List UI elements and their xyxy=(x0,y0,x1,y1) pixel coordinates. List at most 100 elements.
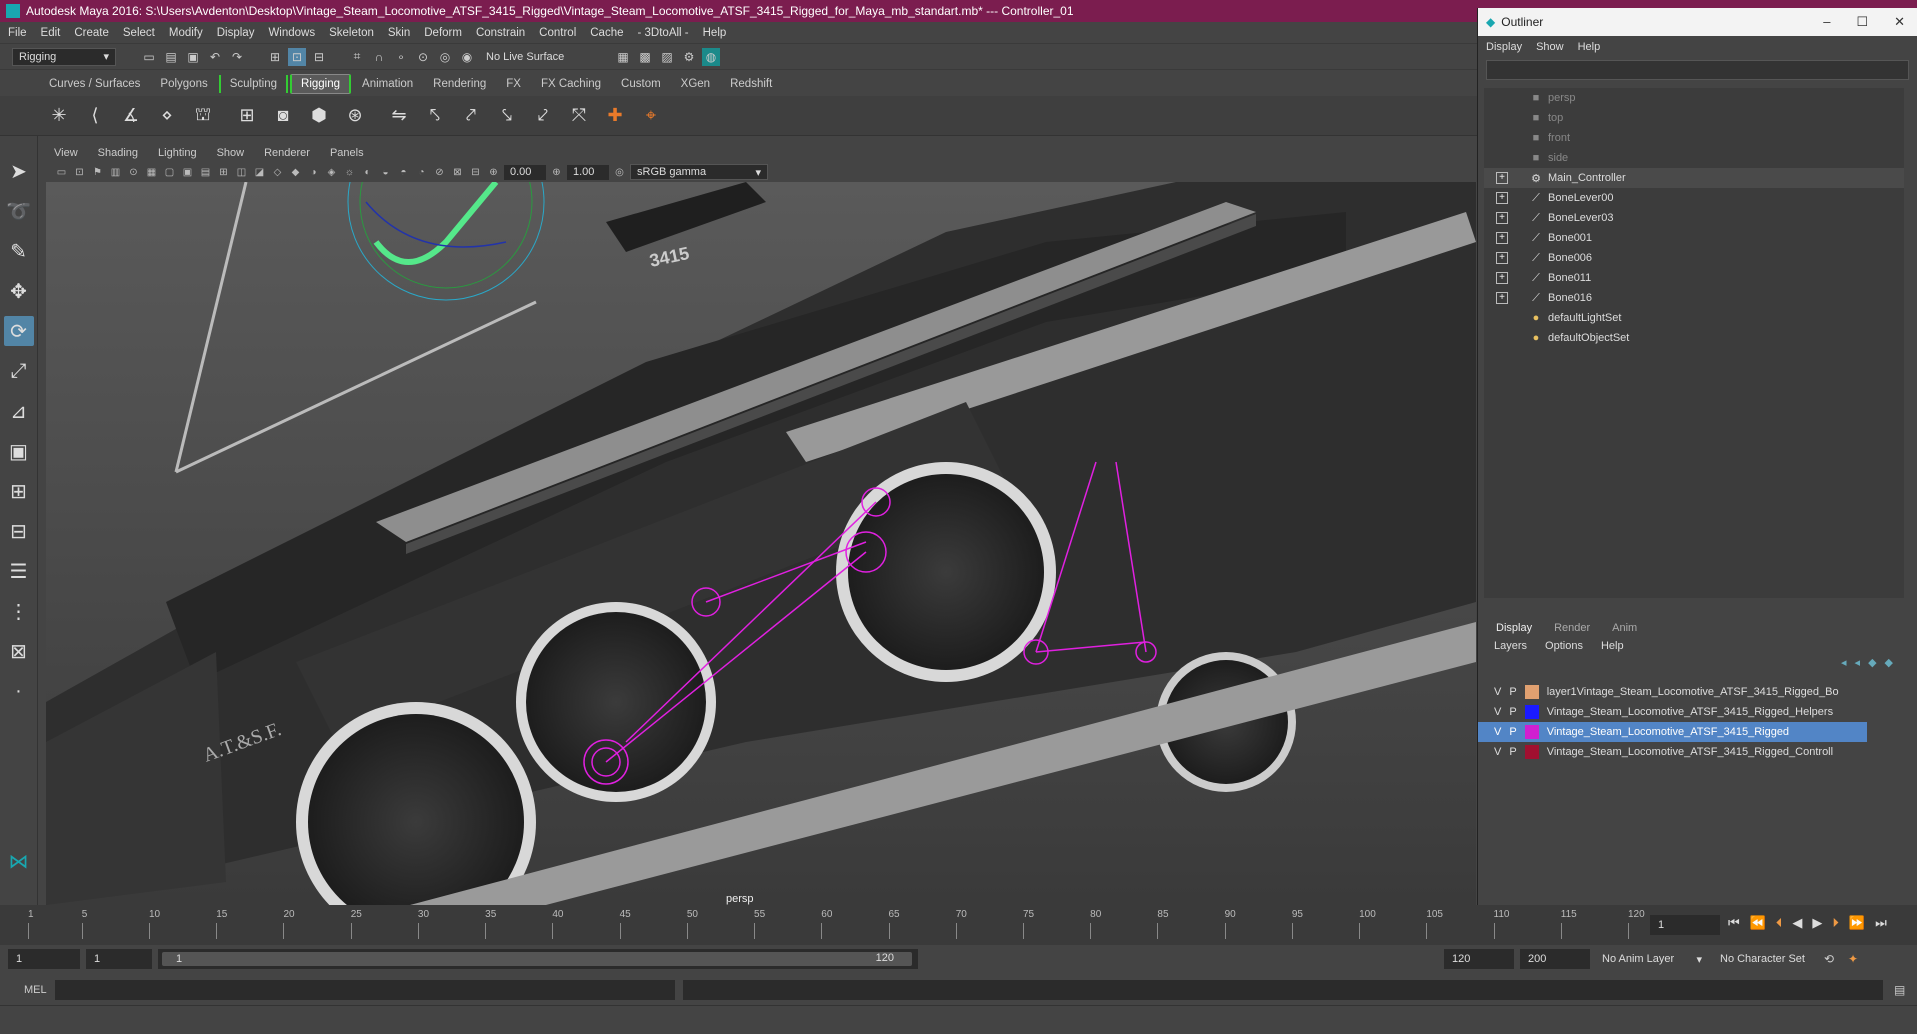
menu-file[interactable]: File xyxy=(8,27,27,39)
outliner-item-defaultlightset[interactable]: ● defaultLightSet xyxy=(1484,308,1904,328)
layer-row-selected[interactable]: V P Vintage_Steam_Locomotive_ATSF_3415_Rig… xyxy=(1478,722,1867,742)
playback-end-field[interactable]: 120 xyxy=(1444,949,1514,969)
parent-constraint-icon[interactable]: ⤧ xyxy=(564,101,594,131)
menu-cache[interactable]: Cache xyxy=(590,27,623,39)
field-chart-icon[interactable]: ⊞ xyxy=(216,165,231,180)
outliner-item-side[interactable]: ■ side xyxy=(1484,148,1904,168)
expand-icon[interactable]: + xyxy=(1496,272,1508,284)
outliner-item-bone001[interactable]: + ⟋ Bone001 xyxy=(1484,228,1904,248)
exposure-icon[interactable]: ⊕ xyxy=(486,165,501,180)
step-back-frame-icon[interactable]: ⏴ xyxy=(1776,915,1783,931)
ik-handle-icon[interactable]: ∡ xyxy=(116,101,146,131)
shelf-tab-animation[interactable]: Animation xyxy=(353,75,422,93)
render-frame-icon[interactable]: ▩ xyxy=(636,48,654,66)
color-management-icon[interactable]: ◎ xyxy=(612,165,627,180)
layer-row[interactable]: V Player1Vintage_Steam_Locomotive_ATSF_34… xyxy=(1478,682,1917,702)
move-layer-up-icon[interactable]: ◂ xyxy=(1841,656,1847,672)
menu-help[interactable]: Help xyxy=(703,27,727,39)
colorspace-dropdown[interactable]: sRGB gamma ▾ xyxy=(630,164,768,180)
snap-surface-icon[interactable]: ◎ xyxy=(436,48,454,66)
resolution-gate-icon[interactable]: ▣ xyxy=(180,165,195,180)
menu-edit[interactable]: Edit xyxy=(41,27,61,39)
render-settings-icon[interactable]: ⚙ xyxy=(680,48,698,66)
hypershade-icon[interactable]: ◍ xyxy=(702,47,720,66)
outliner-search-input[interactable] xyxy=(1486,60,1909,80)
locator-icon[interactable]: ✚ xyxy=(600,101,630,131)
anim-prefs-icon[interactable]: ✦ xyxy=(1844,950,1862,968)
default-material-icon[interactable]: ◑ xyxy=(306,165,321,180)
snap-live-icon[interactable]: ◉ xyxy=(458,48,476,66)
outliner-layout-icon[interactable]: ⊟ xyxy=(4,516,34,546)
ipr-render-icon[interactable]: ▨ xyxy=(658,48,676,66)
end-time-field[interactable]: 200 xyxy=(1520,949,1590,969)
shelf-tab-curves[interactable]: Curves / Surfaces xyxy=(40,75,149,93)
lattice-icon[interactable]: ⊛ xyxy=(340,101,370,131)
menu-create[interactable]: Create xyxy=(74,27,109,39)
anim-layer-dropdown[interactable]: No Anim Layer ▾ xyxy=(1596,950,1708,968)
layer-color-swatch[interactable] xyxy=(1524,745,1539,759)
play-back-icon[interactable]: ◀ xyxy=(1792,915,1802,931)
image-plane-icon[interactable]: ▥ xyxy=(108,165,123,180)
bind-skin-icon[interactable]: ⊞ xyxy=(232,101,262,131)
outliner-item-main-controller[interactable]: + ⚙ Main_Controller xyxy=(1484,168,1904,188)
live-surface-field[interactable]: No Live Surface xyxy=(480,47,580,66)
snap-view-icon[interactable]: ⊙ xyxy=(414,48,432,66)
visibility-toggle[interactable]: V xyxy=(1494,746,1501,758)
select-object-icon[interactable]: ⊡ xyxy=(288,47,306,66)
menu-deform[interactable]: Deform xyxy=(424,27,462,39)
visibility-toggle[interactable]: V xyxy=(1494,686,1501,698)
gamma-field[interactable]: 1.00 xyxy=(567,164,609,180)
command-input[interactable] xyxy=(54,980,675,1000)
select-hierarchy-icon[interactable]: ⊞ xyxy=(266,48,284,66)
gamma-icon[interactable]: ⊕ xyxy=(549,165,564,180)
vp-menu-shading[interactable]: Shading xyxy=(98,147,138,159)
ik-spline-icon[interactable]: ⋄ xyxy=(152,101,182,131)
expand-icon[interactable]: + xyxy=(1496,252,1508,264)
maximize-icon[interactable]: ☐ xyxy=(1856,14,1868,30)
rotate-tool-icon[interactable]: ⟳ xyxy=(3,316,34,346)
new-scene-icon[interactable]: ▭ xyxy=(140,48,158,66)
close-icon[interactable]: ✕ xyxy=(1894,14,1905,30)
layer-color-swatch[interactable] xyxy=(1524,705,1539,719)
menuset-dropdown[interactable]: Rigging ▾ xyxy=(12,47,116,66)
menu-skin[interactable]: Skin xyxy=(388,27,410,39)
expand-icon[interactable]: + xyxy=(1496,192,1508,204)
layer-menu-help[interactable]: Help xyxy=(1601,640,1624,652)
menu-modify[interactable]: Modify xyxy=(169,27,203,39)
camera-select-icon[interactable]: ▭ xyxy=(54,165,69,180)
new-layer-selected-icon[interactable]: ◆ xyxy=(1885,656,1893,672)
single-view-icon[interactable]: ▣ xyxy=(4,436,34,466)
step-back-key-icon[interactable]: ⏪ xyxy=(1750,915,1766,931)
lights-icon[interactable]: ☼ xyxy=(342,165,357,180)
move-tool-icon[interactable]: ✥ xyxy=(4,276,34,306)
outliner-item-bone016[interactable]: + ⟋ Bone016 xyxy=(1484,288,1904,308)
visibility-toggle[interactable]: V xyxy=(1494,726,1501,738)
minimize-icon[interactable]: – xyxy=(1823,14,1830,30)
smooth-bind-icon[interactable]: ◙ xyxy=(268,101,298,131)
layer-tab-display[interactable]: Display xyxy=(1496,622,1532,634)
pole-vector-icon[interactable]: ⌖ xyxy=(636,101,666,131)
auto-key-icon[interactable]: ⟲ xyxy=(1820,950,1838,968)
playback-toggle[interactable]: P xyxy=(1509,706,1516,718)
last-tool-icon[interactable]: ⊿ xyxy=(4,396,34,426)
shelf-tab-rigging[interactable]: Rigging xyxy=(290,74,352,94)
persp-viewport[interactable]: A.T.&S.F. 3415 persp xyxy=(46,182,1476,905)
exposure-field[interactable]: 0.00 xyxy=(504,164,546,180)
shelf-tab-polygons[interactable]: Polygons xyxy=(151,75,216,93)
go-start-icon[interactable]: ⏮ xyxy=(1728,915,1740,931)
graph-layout-icon[interactable]: ☰ xyxy=(4,556,34,586)
menu-display[interactable]: Display xyxy=(217,27,255,39)
orient-constraint-icon[interactable]: ⤥ xyxy=(492,101,522,131)
outliner-item-persp[interactable]: ■ persp xyxy=(1484,88,1904,108)
outliner-menu-display[interactable]: Display xyxy=(1486,41,1522,53)
vp-menu-renderer[interactable]: Renderer xyxy=(264,147,310,159)
visibility-toggle[interactable]: V xyxy=(1494,706,1501,718)
new-layer-icon[interactable]: ◆ xyxy=(1868,656,1876,672)
select-tool-icon[interactable]: ➤ xyxy=(4,156,34,186)
grid-icon[interactable]: ▦ xyxy=(144,165,159,180)
aim-constraint-icon[interactable]: ⤤ xyxy=(456,101,486,131)
vp-menu-view[interactable]: View xyxy=(54,147,78,159)
four-view-icon[interactable]: ⊞ xyxy=(4,476,34,506)
script-editor-icon[interactable]: ▤ xyxy=(1891,981,1909,999)
scale-constraint-icon[interactable]: ⤦ xyxy=(528,101,558,131)
